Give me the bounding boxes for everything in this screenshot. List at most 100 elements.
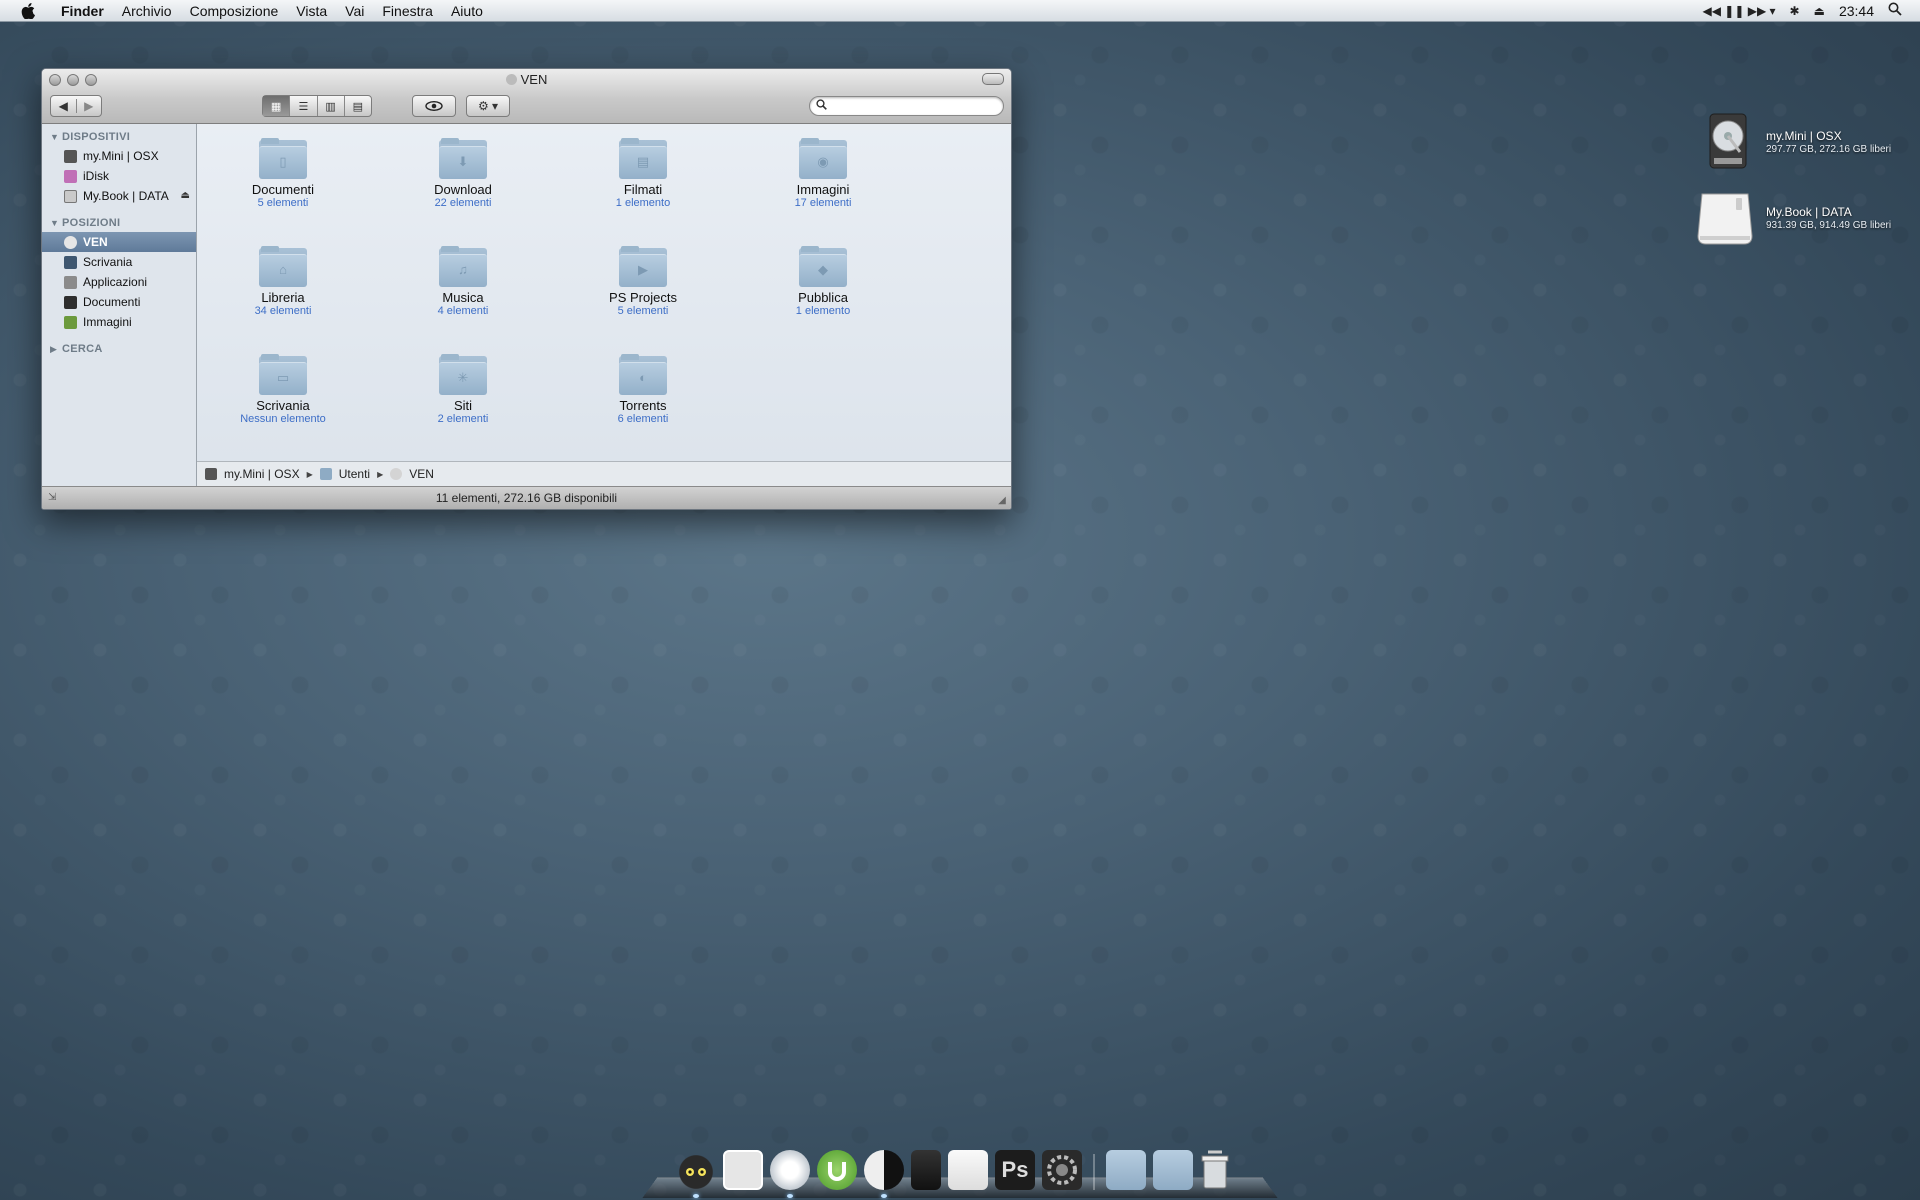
sidebar-item-ven[interactable]: VEN — [42, 232, 196, 252]
system-preferences-icon[interactable] — [1042, 1150, 1082, 1190]
folder-item-torrents[interactable]: ◐ Torrents 6 elementi — [573, 354, 713, 426]
movies-folder-icon: ▤ — [619, 138, 667, 179]
ichat-icon[interactable] — [948, 1150, 988, 1190]
bluetooth-icon[interactable]: ✱ — [1790, 4, 1800, 18]
folder-item-pubblica[interactable]: ◆ Pubblica 1 elemento — [753, 246, 893, 318]
sidebar-section-search[interactable]: ▶ CERCA — [42, 340, 196, 358]
external-hard-drive-icon — [1694, 188, 1756, 248]
menu-bar: Finder Archivio Composizione Vista Vai F… — [0, 0, 1920, 22]
download-folder-icon: ⬇ — [439, 138, 487, 179]
sidebar-item-applicazioni[interactable]: Applicazioni — [42, 272, 196, 292]
pictures-folder-icon: ◉ — [799, 138, 847, 179]
adium-icon[interactable] — [676, 1150, 716, 1198]
disclosure-open-icon[interactable]: ▼ — [50, 214, 62, 232]
search-input[interactable] — [830, 98, 994, 116]
dock: Ps — [642, 1138, 1278, 1200]
sidebar-item-my-book[interactable]: My.Book | DATA ⏏ — [42, 186, 196, 206]
sidebar-item-immagini[interactable]: Immagini — [42, 312, 196, 332]
menu-aiuto[interactable]: Aiuto — [442, 0, 492, 22]
folder-item-libreria[interactable]: ⌂ Libreria 34 elementi — [213, 246, 353, 318]
music-folder-icon: ♫ — [439, 246, 487, 287]
hard-drive-icon — [205, 468, 217, 480]
applications-stack-icon[interactable] — [1106, 1150, 1146, 1190]
toolbar-toggle-button[interactable] — [982, 73, 1004, 85]
resize-grip-icon[interactable]: ◢ — [996, 495, 1008, 507]
trash-icon[interactable] — [1200, 1150, 1230, 1190]
camera-icon[interactable] — [911, 1150, 941, 1190]
utorrent-icon[interactable] — [817, 1150, 857, 1190]
desktop-drive-my-mini[interactable]: my.Mini | OSX 297.77 GB, 272.16 GB liber… — [1700, 112, 1891, 172]
desktop-folder-icon: ▭ — [259, 354, 307, 395]
apple-menu-icon[interactable] — [18, 0, 38, 22]
search-field[interactable] — [809, 96, 1004, 116]
forward-button[interactable]: ▶ — [75, 99, 102, 113]
folder-item-filmati[interactable]: ▤ Filmati 1 elemento — [573, 138, 713, 210]
idisk-icon — [64, 169, 77, 183]
back-button[interactable]: ◀ — [51, 99, 76, 113]
menu-clock[interactable]: 23:44 — [1839, 3, 1874, 19]
documents-folder-icon: ▯ — [259, 138, 307, 179]
hard-drive-icon — [64, 149, 77, 163]
menu-composizione[interactable]: Composizione — [181, 0, 288, 22]
path-bar: my.Mini | OSX ▶ Utenti ▶ VEN — [197, 461, 1011, 486]
icon-view-button[interactable]: ▦ — [263, 96, 290, 116]
folder-item-musica[interactable]: ♫ Musica 4 elementi — [393, 246, 533, 318]
sidebar-section-places[interactable]: ▼ POSIZIONI — [42, 214, 196, 232]
photoshop-icon[interactable]: Ps — [995, 1150, 1035, 1190]
sidebar-section-devices[interactable]: ▼ DISPOSITIVI — [42, 128, 196, 146]
mail-icon[interactable] — [723, 1150, 763, 1190]
path-segment-home[interactable]: VEN — [409, 467, 434, 481]
folder-item-scrivania[interactable]: ▭ Scrivania Nessun elemento — [213, 354, 353, 426]
desktop-icon — [64, 255, 77, 269]
list-view-button[interactable]: ☰ — [289, 96, 316, 116]
menu-archivio[interactable]: Archivio — [113, 0, 181, 22]
eject-icon[interactable]: ⏏ — [181, 186, 190, 206]
folder-item-download[interactable]: ⬇ Download 22 elementi — [393, 138, 533, 210]
path-separator-icon: ▶ — [377, 469, 384, 479]
quicklook-button[interactable] — [412, 95, 456, 117]
back-forward-control: ◀ ▶ — [50, 95, 102, 117]
window-titlebar[interactable]: VEN ◀ ▶ ▦ ☰ ▥ ▤ ⚙ ▾ — [42, 69, 1011, 124]
eject-icon[interactable]: ⏏ — [1814, 4, 1825, 18]
folder-item-siti[interactable]: ✳ Siti 2 elementi — [393, 354, 533, 426]
pictures-icon — [64, 315, 77, 329]
home-icon — [64, 235, 77, 249]
sidebar-item-documenti[interactable]: Documenti — [42, 292, 196, 312]
path-separator-icon: ▶ — [306, 469, 313, 479]
menu-vai[interactable]: Vai — [336, 0, 373, 22]
sidebar: ▼ DISPOSITIVI my.Mini | OSX iDisk My.Book… — [42, 124, 197, 486]
users-folder-icon — [319, 468, 332, 480]
action-gear-button[interactable]: ⚙ ▾ — [466, 95, 510, 117]
sites-folder-icon: ✳ — [439, 354, 487, 395]
sidebar-item-scrivania[interactable]: Scrivania — [42, 252, 196, 272]
safari-icon[interactable] — [770, 1150, 810, 1198]
folder-item-immagini[interactable]: ◉ Immagini 17 elementi — [753, 138, 893, 210]
desktop-drive-my-book[interactable]: My.Book | DATA 931.39 GB, 914.49 GB libe… — [1694, 188, 1891, 248]
view-mode-control: ▦ ☰ ▥ ▤ — [262, 95, 372, 117]
folder-item-documenti[interactable]: ▯ Documenti 5 elementi — [213, 138, 353, 210]
downloads-stack-icon[interactable] — [1153, 1150, 1193, 1190]
path-segment-users[interactable]: Utenti — [339, 467, 370, 481]
menu-finestra[interactable]: Finestra — [373, 0, 442, 22]
home-folder-icon — [505, 74, 517, 85]
spotlight-icon[interactable] — [1888, 2, 1902, 19]
external-drive-icon — [64, 189, 77, 203]
public-folder-icon: ◆ — [799, 246, 847, 287]
sidebar-item-idisk[interactable]: iDisk — [42, 166, 196, 186]
sidebar-item-my-mini[interactable]: my.Mini | OSX — [42, 146, 196, 166]
sidebar-resize-icon[interactable]: ⇲ — [48, 492, 56, 504]
media-controls-icon[interactable]: ◀◀ ❚❚ ▶▶ ▾ — [1702, 4, 1775, 18]
itunes-icon[interactable] — [864, 1150, 904, 1198]
path-segment-drive[interactable]: my.Mini | OSX — [224, 467, 300, 481]
menu-finder[interactable]: Finder — [52, 0, 113, 22]
internal-hard-drive-icon — [1700, 112, 1756, 172]
folder-content-area: ▯ Documenti 5 elementi ⬇ Download 22 ele… — [197, 124, 1011, 461]
disclosure-open-icon[interactable]: ▼ — [50, 128, 62, 146]
coverflow-view-button[interactable]: ▤ — [343, 96, 371, 116]
column-view-button[interactable]: ▥ — [316, 96, 344, 116]
home-icon — [390, 468, 403, 480]
applications-icon — [64, 275, 77, 289]
folder-item-ps-projects[interactable]: ▶ PS Projects 5 elementi — [573, 246, 713, 318]
disclosure-closed-icon[interactable]: ▶ — [50, 340, 62, 358]
menu-vista[interactable]: Vista — [287, 0, 336, 22]
